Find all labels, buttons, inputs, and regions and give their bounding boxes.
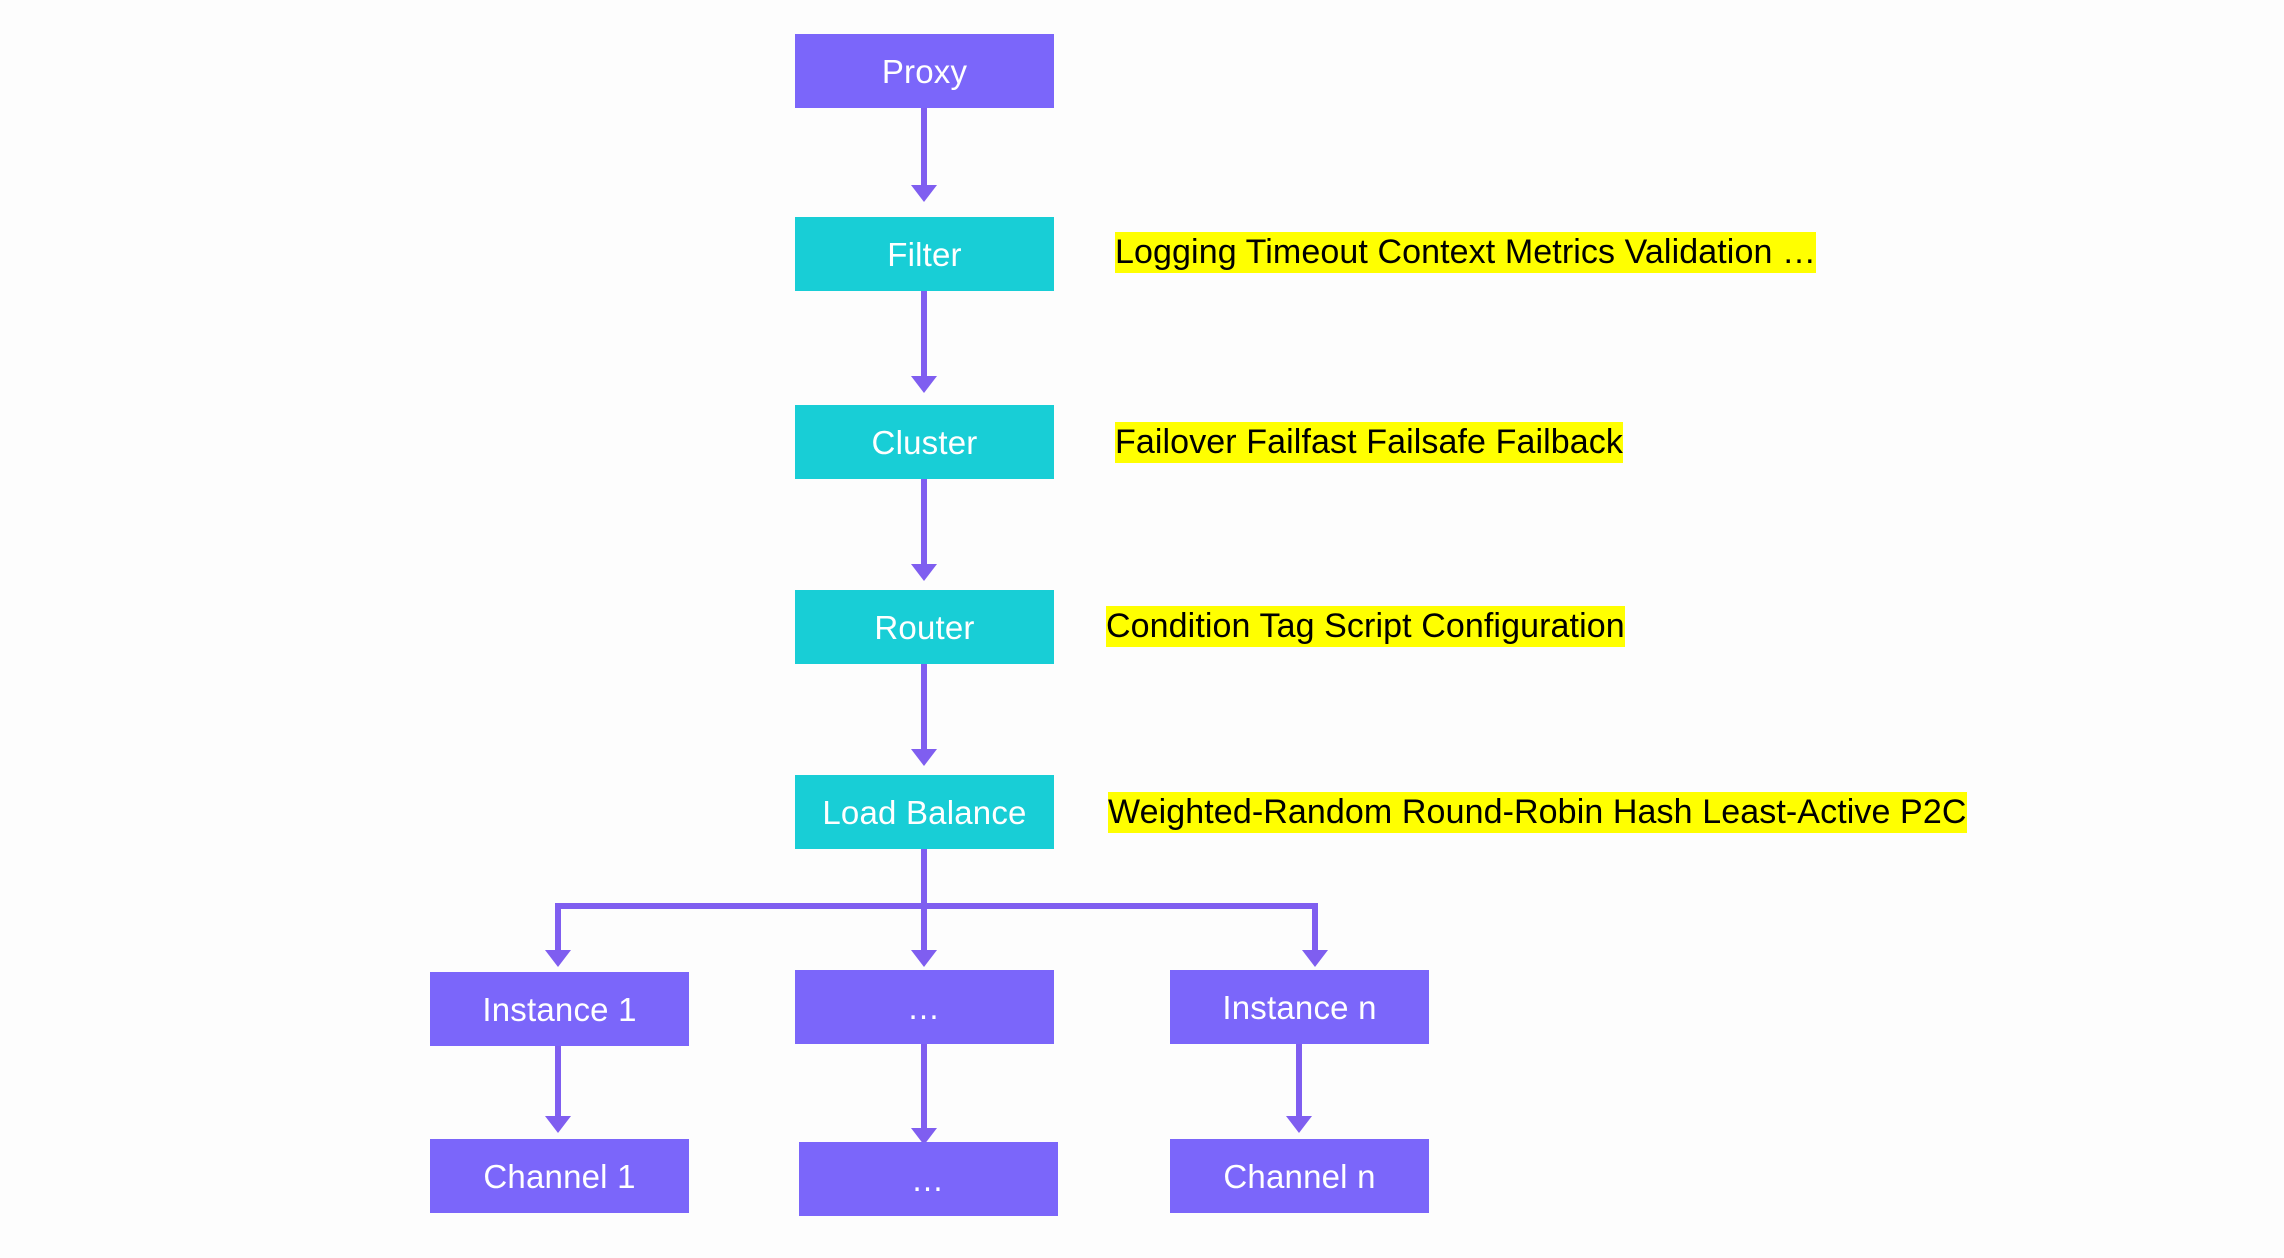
arrowhead-bus-to-instance-mid [911, 950, 937, 967]
connector-proxy-to-filter [921, 108, 927, 193]
connector-loadbalance-stem [921, 849, 927, 909]
node-filter[interactable]: Filter [795, 217, 1054, 291]
node-channel-n[interactable]: Channel n [1170, 1139, 1429, 1213]
node-channel-middle[interactable]: … [799, 1142, 1058, 1216]
node-channel-1[interactable]: Channel 1 [430, 1139, 689, 1213]
node-router[interactable]: Router [795, 590, 1054, 664]
node-proxy-label: Proxy [881, 52, 968, 90]
connector-bus-to-instance-n [1312, 903, 1318, 955]
arrowhead-router-to-loadbalance [911, 749, 937, 766]
node-instance-middle-label: … [907, 988, 942, 1026]
node-instance-1-label: Instance 1 [482, 990, 637, 1028]
node-cluster-label: Cluster [871, 423, 978, 461]
annotation-filter: Logging Timeout Context Metrics Validati… [1115, 232, 1817, 273]
node-channel-middle-label: … [911, 1160, 946, 1198]
connector-instance-n-to-channel-n [1296, 1044, 1302, 1121]
node-channel-1-label: Channel 1 [483, 1157, 636, 1195]
connector-filter-to-cluster [921, 291, 927, 384]
node-proxy[interactable]: Proxy [795, 34, 1054, 108]
node-router-label: Router [874, 608, 975, 646]
connector-bus-to-instance-1 [555, 903, 561, 955]
node-instance-middle[interactable]: … [795, 970, 1054, 1044]
node-load-balance-label: Load Balance [822, 793, 1027, 831]
connector-router-to-loadbalance [921, 664, 927, 757]
arrowhead-filter-to-cluster [911, 376, 937, 393]
node-instance-n[interactable]: Instance n [1170, 970, 1429, 1044]
node-instance-n-label: Instance n [1222, 988, 1377, 1026]
arrowhead-bus-to-instance-1 [545, 950, 571, 967]
node-filter-label: Filter [887, 235, 962, 273]
annotation-cluster: Failover Failfast Failsafe Failback [1115, 422, 1624, 463]
annotation-load-balance-text: Weighted-Random Round-Robin Hash Least-A… [1108, 792, 1967, 833]
node-instance-1[interactable]: Instance 1 [430, 972, 689, 1046]
annotation-cluster-text: Failover Failfast Failsafe Failback [1115, 422, 1624, 463]
annotation-load-balance: Weighted-Random Round-Robin Hash Least-A… [1108, 792, 1967, 833]
annotation-router: Condition Tag Script Configuration [1106, 606, 1625, 647]
node-load-balance[interactable]: Load Balance [795, 775, 1054, 849]
annotation-router-text: Condition Tag Script Configuration [1106, 606, 1625, 647]
connector-fanout-bus [555, 903, 1318, 909]
annotation-filter-text: Logging Timeout Context Metrics Validati… [1115, 232, 1817, 273]
node-channel-n-label: Channel n [1223, 1157, 1376, 1195]
arrowhead-cluster-to-router [911, 564, 937, 581]
connector-bus-to-instance-mid [921, 903, 927, 955]
arrowhead-instance-n-to-channel-n [1286, 1116, 1312, 1133]
connector-cluster-to-router [921, 479, 927, 572]
arrowhead-proxy-to-filter [911, 185, 937, 202]
connector-instance-1-to-channel-1 [555, 1046, 561, 1121]
connector-instance-mid-to-channel-mid [921, 1044, 927, 1134]
diagram-canvas: Proxy Filter Logging Timeout Context Met… [0, 0, 2284, 1258]
arrowhead-bus-to-instance-n [1302, 950, 1328, 967]
node-cluster[interactable]: Cluster [795, 405, 1054, 479]
arrowhead-instance-1-to-channel-1 [545, 1116, 571, 1133]
